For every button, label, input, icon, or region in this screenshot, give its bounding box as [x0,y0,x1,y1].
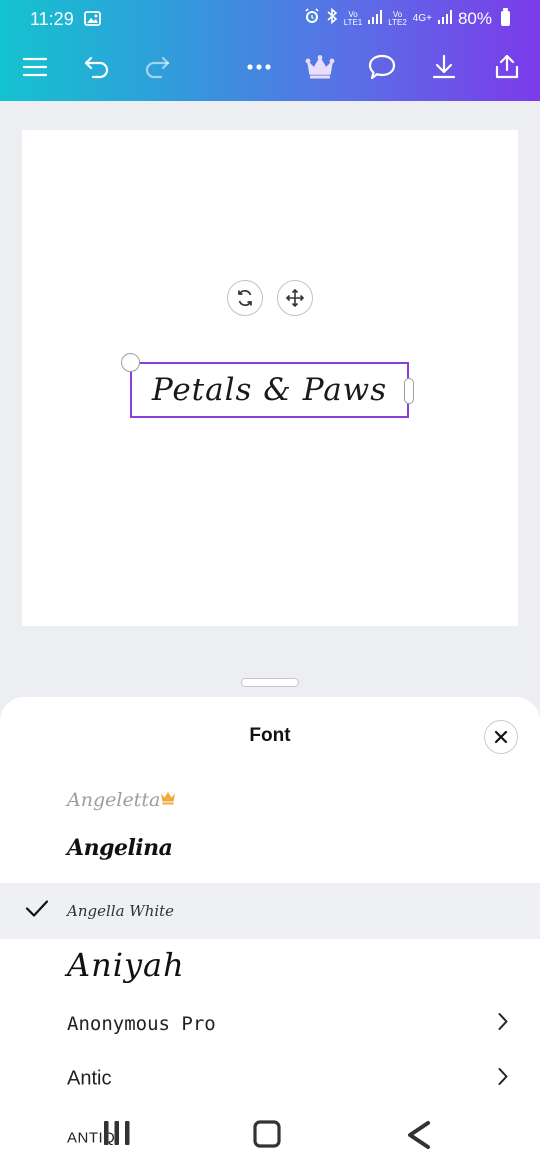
rotate-icon [238,289,252,307]
gallery-notification-icon [84,11,101,31]
home-icon [253,1120,281,1148]
selected-text-element[interactable]: Petals & Paws [121,353,414,418]
font-item-label: Aniyah [67,946,185,984]
move-icon [285,288,305,308]
battery-percent: 80% [457,8,492,28]
status-time: 11:29 [30,9,74,29]
sim2-volte-tag: Vo LTE2 [388,9,407,27]
close-button[interactable] [484,720,518,754]
font-item-anonymous-pro[interactable]: Anonymous Pro [0,996,540,1052]
move-button[interactable] [277,280,313,316]
font-item-label: Angelina [67,835,173,861]
download-button[interactable] [421,44,467,90]
font-item-angella-white[interactable]: Angella White [0,883,540,939]
premium-button[interactable] [297,44,343,90]
redo-button[interactable] [134,44,180,90]
bluetooth-icon [326,7,338,29]
share-icon [495,54,519,79]
crown-icon [305,55,335,79]
status-icons: Vo LTE1 Vo LTE2 4G+ 80% [304,7,510,29]
sheet-title: Font [249,725,291,746]
comment-button[interactable] [359,44,405,90]
battery-icon [501,8,510,26]
font-item-label: Antic [67,1067,112,1090]
sheet-drag-handle[interactable] [241,678,299,687]
chevron-right-icon[interactable] [498,1068,508,1091]
chevron-right-icon[interactable] [498,1013,508,1036]
font-item-aniyah[interactable]: Aniyah [0,937,540,993]
font-item-label: Anonymous Pro [67,1013,216,1035]
menu-icon [23,57,47,77]
font-item-angelina[interactable]: Angelina [0,820,540,876]
signal-2-icon [437,9,452,29]
comment-icon [368,54,396,80]
selection-resize-handle[interactable] [404,378,414,404]
back-button[interactable] [404,1120,434,1150]
premium-crown-icon [160,791,176,810]
rotate-button[interactable] [227,280,263,316]
font-sheet: Font Angeletta Angelina Angella White An… [0,697,540,1170]
share-button[interactable] [484,44,530,90]
more-icon [247,64,271,70]
recent-apps-button[interactable] [101,1120,133,1146]
system-navigation-bar [0,1106,540,1170]
network-type: 4G+ [412,12,432,24]
font-item-label: Angella White [67,902,175,920]
check-icon [25,900,49,923]
close-icon [494,730,508,744]
design-canvas[interactable]: Petals & Paws [22,130,518,626]
back-icon [408,1121,430,1149]
design-text[interactable]: Petals & Paws [132,364,407,416]
recent-apps-icon [104,1121,130,1145]
menu-button[interactable] [12,44,58,90]
undo-button[interactable] [74,44,120,90]
sim1-volte-tag: Vo LTE1 [343,9,363,27]
app-header: 11:29 Vo LTE1 Vo LTE2 4G+ 80% [0,0,540,101]
status-bar: 11:29 Vo LTE1 Vo LTE2 4G+ 80% [0,0,540,40]
alarm-icon [304,8,320,29]
signal-1-icon [368,9,383,29]
home-button[interactable] [253,1120,281,1148]
undo-icon [84,56,109,79]
download-icon [432,54,456,79]
font-item-antic[interactable]: Antic [0,1051,540,1107]
redo-icon [145,56,170,79]
editor-toolbar [0,44,540,90]
more-button[interactable] [236,44,282,90]
font-item-label: Angeletta [67,789,161,811]
